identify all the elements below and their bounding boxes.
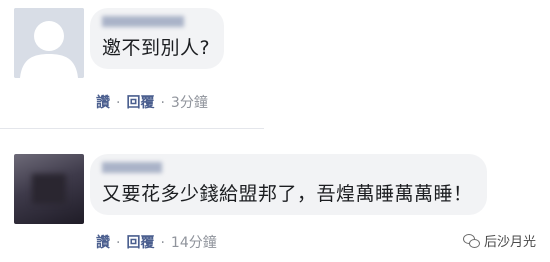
separator: · [116, 95, 121, 111]
default-user-icon [14, 8, 84, 78]
timestamp[interactable]: 14分鐘 [171, 235, 217, 251]
avatar[interactable] [14, 154, 84, 224]
avatar[interactable] [14, 8, 84, 78]
reply-link[interactable]: 回覆 [126, 235, 154, 251]
comment-text: 又要花多少錢給盟邦了，吾煌萬睡萬萬睡！ [102, 183, 473, 205]
separator: · [160, 235, 165, 251]
comment-bubble: 邀不到別人? [90, 8, 225, 69]
watermark: 后沙月光 [462, 231, 536, 250]
divider [0, 128, 264, 129]
like-link[interactable]: 讚 [96, 95, 110, 111]
comment-text: 邀不到別人? [102, 37, 211, 59]
reply-link[interactable]: 回覆 [126, 95, 154, 111]
commenter-name-blurred[interactable] [102, 16, 184, 27]
comment-bubble: 又要花多少錢給盟邦了，吾煌萬睡萬萬睡！ [90, 154, 487, 215]
watermark-label: 后沙月光 [483, 235, 536, 250]
comment-actions: 讚 · 回覆 · 3分鐘 [96, 92, 208, 112]
timestamp[interactable]: 3分鐘 [171, 95, 208, 111]
like-link[interactable]: 讚 [96, 235, 110, 251]
separator: · [160, 95, 165, 111]
separator: · [116, 235, 121, 251]
avatar-blurred-photo [32, 174, 66, 204]
commenter-name-blurred[interactable] [102, 162, 162, 173]
wechat-icon [462, 233, 480, 248]
comment-actions: 讚 · 回覆 · 14分鐘 [96, 232, 217, 252]
